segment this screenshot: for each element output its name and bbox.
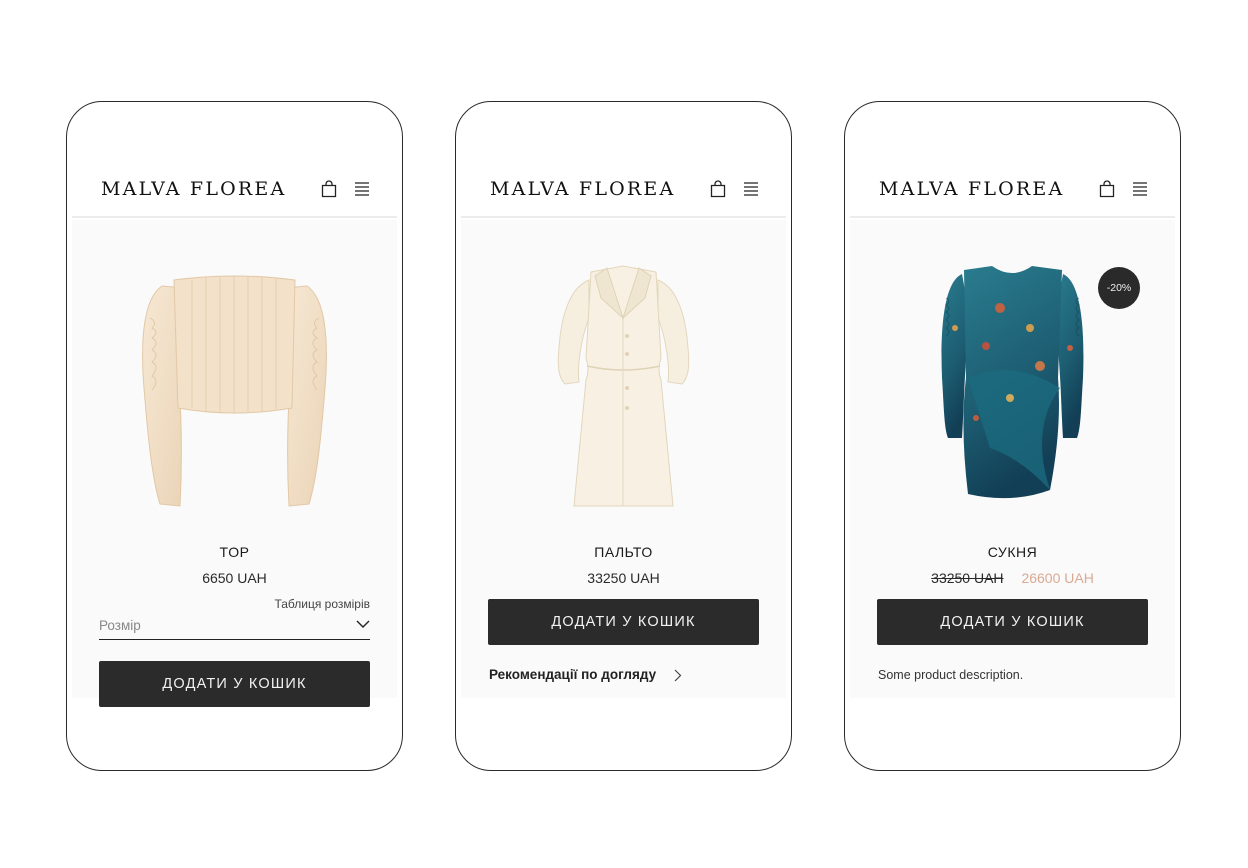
discount-badge: -20% [1098,267,1140,309]
hamburger-menu-icon[interactable] [744,182,758,196]
old-price: 33250 UAH [931,570,1004,586]
site-header: MALVA FLOREA [461,158,786,218]
size-chart-link[interactable]: Таблиця розмірів [274,597,370,611]
add-to-cart-button[interactable]: ДОДАТИ У КОШИК [99,661,370,707]
product-name: СУКНЯ [987,544,1038,560]
phone-mockup-dress: MALVA FLOREA -20% СУКНЯ 33250 UAH 26600 … [844,101,1181,771]
product-image[interactable] [900,258,1125,520]
care-recommendations-link[interactable]: Рекомендації по догляду [489,666,689,688]
product-price: 6650 UAH [202,570,267,586]
mobile-screen: MALVA FLOREA ПАЛЬТО 33250 UAH ДОДАТИ У К… [461,158,786,770]
chevron-right-icon [674,669,682,682]
shopping-bag-icon[interactable] [1099,180,1115,198]
product-section: -20% СУКНЯ 33250 UAH 26600 UAH ДОДАТИ У … [850,220,1175,698]
brand-logo[interactable]: MALVA FLOREA [490,178,675,200]
price-row: 33250 UAH 26600 UAH [850,570,1175,586]
care-link-label: Рекомендації по догляду [489,667,657,682]
brand-logo[interactable]: MALVA FLOREA [879,178,1064,200]
add-to-cart-button[interactable]: ДОДАТИ У КОШИК [877,599,1148,645]
site-header: MALVA FLOREA [72,158,397,218]
hamburger-menu-icon[interactable] [355,182,369,196]
brand-logo[interactable]: MALVA FLOREA [101,178,286,200]
site-header: MALVA FLOREA [850,158,1175,218]
shopping-bag-icon[interactable] [710,180,726,198]
product-image[interactable] [511,258,736,520]
product-section: TOP 6650 UAH Таблиця розмірів Розмір ДОД… [72,220,397,707]
product-image[interactable] [122,258,347,520]
sale-price: 26600 UAH [1021,570,1094,586]
product-name: ПАЛЬТО [594,544,653,560]
shopping-bag-icon[interactable] [321,180,337,198]
mobile-screen: MALVA FLOREA [72,158,397,770]
product-name: TOP [219,544,250,560]
size-select[interactable]: Розмір [99,612,370,640]
product-price: 33250 UAH [587,570,660,586]
phone-mockup-coat: MALVA FLOREA ПАЛЬТО 33250 UAH ДОДАТИ У К… [455,101,792,771]
mobile-screen: MALVA FLOREA [850,158,1175,770]
hamburger-menu-icon[interactable] [1133,182,1147,196]
size-select-placeholder: Розмір [99,618,141,633]
add-to-cart-button[interactable]: ДОДАТИ У КОШИК [488,599,759,645]
chevron-down-icon [356,620,370,628]
product-section: ПАЛЬТО 33250 UAH ДОДАТИ У КОШИК Рекоменд… [461,220,786,698]
product-description: Some product description. [878,668,1024,682]
phone-mockup-top: MALVA FLOREA TOP 6650 UAH Таблиця розмір… [66,101,403,771]
